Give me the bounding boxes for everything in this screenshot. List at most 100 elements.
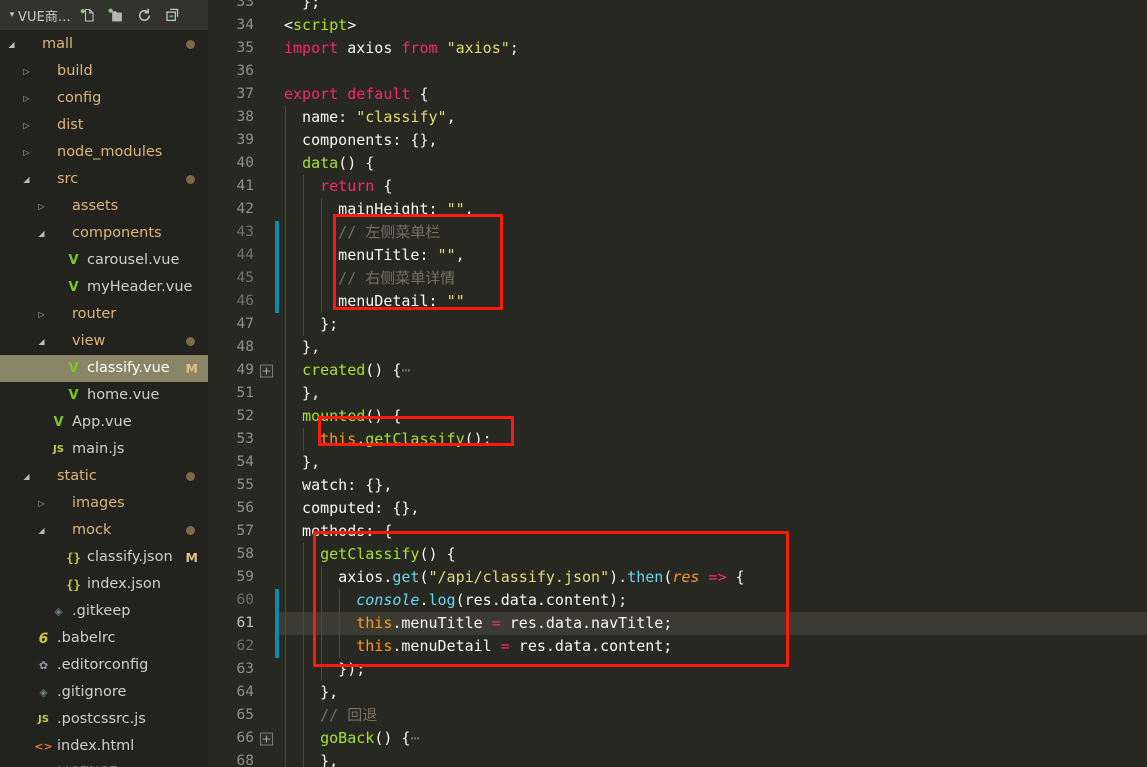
code-line[interactable]: 54 }, (208, 451, 1147, 474)
tree-item-index-html[interactable]: <> index.html (0, 733, 208, 760)
code-line[interactable]: 45 // 右侧菜单详情 (208, 267, 1147, 290)
tree-item-router[interactable]: ▷ router (0, 301, 208, 328)
tree-item-classify-vue[interactable]: Vclassify.vue M (0, 355, 208, 382)
chevron-down-icon[interactable]: ◢ (36, 336, 47, 347)
code-token: axios. (284, 568, 393, 586)
code-token: }; (284, 315, 339, 333)
code-line[interactable]: 39 components: {}, (208, 129, 1147, 152)
chevron-down-icon[interactable]: ◢ (6, 39, 17, 50)
fold-expand-icon[interactable]: + (260, 732, 273, 745)
tree-item-home-vue[interactable]: Vhome.vue (0, 382, 208, 409)
tree-item-classify-json[interactable]: {} classify.json M (0, 544, 208, 571)
tree-item--postcssrc-js[interactable]: JS .postcssrc.js (0, 706, 208, 733)
tree-item-view[interactable]: ◢ view (0, 328, 208, 355)
code-line[interactable]: 55 watch: {}, (208, 474, 1147, 497)
code-line[interactable]: 60 console. log (res.data.content); (208, 589, 1147, 612)
code-line[interactable]: 44 menuTitle: "", (208, 244, 1147, 267)
tree-item--babelrc[interactable]: 6 .babelrc (0, 625, 208, 652)
code-line[interactable]: 48 }, (208, 336, 1147, 359)
tree-item-mock[interactable]: ◢ mock (0, 517, 208, 544)
tree-item-images[interactable]: ▷ images (0, 490, 208, 517)
chevron-down-icon[interactable]: ◢ (21, 471, 32, 482)
chevron-down-icon[interactable]: ◢ (36, 525, 47, 536)
code-scroll-area[interactable]: 33 }; 34 < script >35 import axios from "axio… (208, 0, 1147, 767)
tree-item-assets[interactable]: ▷ assets (0, 193, 208, 220)
code-line[interactable]: 68 }, (208, 750, 1147, 767)
chevron-right-icon[interactable]: ▷ (21, 120, 32, 131)
line-number: 36 (236, 63, 254, 79)
tree-item-static[interactable]: ◢ static (0, 463, 208, 490)
tree-item-components[interactable]: ◢ components (0, 220, 208, 247)
new-folder-icon[interactable] (107, 6, 126, 25)
tree-item-main-js[interactable]: JS main.js (0, 436, 208, 463)
explorer-twisty-icon[interactable]: ▾ (6, 10, 18, 20)
code-token: menuDetail: (284, 292, 447, 310)
code-line[interactable]: 64 }, (208, 681, 1147, 704)
tree-item-src[interactable]: ◢ src (0, 166, 208, 193)
code-line[interactable]: 53 this. getClassify (); (208, 428, 1147, 451)
chevron-down-icon[interactable]: ◢ (21, 174, 32, 185)
code-line[interactable]: 33 }; (208, 0, 1147, 14)
code-token: }, (284, 683, 339, 701)
code-line[interactable]: 56 computed: {}, (208, 497, 1147, 520)
explorer-header: ▾ VUE商... (0, 0, 208, 30)
code-line[interactable]: 42 mainHeight: "", (208, 198, 1147, 221)
code-line[interactable]: 43 // 左侧菜单栏 (208, 221, 1147, 244)
code-line[interactable]: 34 < script > (208, 14, 1147, 37)
vscode-window: ▾ VUE商... ◢ mall ▷ build ▷ config ▷ dist… (0, 0, 1147, 767)
tree-item-dist[interactable]: ▷ dist (0, 112, 208, 139)
tree-item-carousel-vue[interactable]: Vcarousel.vue (0, 247, 208, 274)
tree-item--gitignore[interactable]: ◈ .gitignore (0, 679, 208, 706)
chevron-right-icon[interactable]: ▷ (36, 201, 47, 212)
chevron-right-icon[interactable]: ▷ (36, 498, 47, 509)
code-line[interactable]: 37 export default { (208, 83, 1147, 106)
tree-item-index-json[interactable]: {} index.json (0, 571, 208, 598)
refresh-icon[interactable] (135, 6, 154, 25)
tree-item-label: components (72, 225, 162, 242)
tree-item-myheader-vue[interactable]: VmyHeader.vue (0, 274, 208, 301)
tree-item--gitkeep[interactable]: ◈ .gitkeep (0, 598, 208, 625)
code-line[interactable]: 36 (208, 60, 1147, 83)
code-line[interactable]: 59 axios. get("/api/classify.json"). then(… (208, 566, 1147, 589)
code-line[interactable]: 38 name: "classify", (208, 106, 1147, 129)
new-file-icon[interactable] (79, 6, 98, 25)
code-line[interactable]: 63 }); (208, 658, 1147, 681)
tree-item-mall[interactable]: ◢ mall (0, 31, 208, 58)
tree-item-app-vue[interactable]: V App.vue (0, 409, 208, 436)
code-line[interactable]: 66 + goBack() {⋯ (208, 727, 1147, 750)
code-line[interactable]: 51 }, (208, 382, 1147, 405)
code-line-content: this. getClassify (); (275, 428, 1147, 451)
chevron-down-icon[interactable]: ◢ (36, 228, 47, 239)
code-line[interactable]: 41 return { (208, 175, 1147, 198)
code-token: = (491, 614, 501, 632)
code-tokens: console. log (res.data.content); (275, 589, 1147, 612)
chevron-right-icon[interactable]: ▷ (21, 147, 32, 158)
code-line[interactable]: 58 getClassify() { (208, 543, 1147, 566)
file-tree[interactable]: ◢ mall ▷ build ▷ config ▷ dist ▷ node_modules ◢ src… (0, 30, 208, 767)
chevron-right-icon[interactable]: ▷ (21, 93, 32, 104)
tree-item-build[interactable]: ▷ build (0, 58, 208, 85)
code-line[interactable]: 61 this .menuTitle = res.data.navTitle; (208, 612, 1147, 635)
code-line[interactable]: 46 menuDetail: "" (208, 290, 1147, 313)
tree-item-label: view (72, 333, 106, 350)
collapse-all-icon[interactable] (163, 6, 182, 25)
chevron-right-icon[interactable]: ▷ (21, 66, 32, 77)
fold-expand-icon[interactable]: + (260, 364, 273, 377)
chevron-right-icon[interactable]: ▷ (36, 309, 47, 320)
git-change-indicator (275, 612, 279, 635)
code-line[interactable]: 47 }; (208, 313, 1147, 336)
code-line[interactable]: 62 this .menuDetail = res.data.content; (208, 635, 1147, 658)
code-line[interactable]: 65 // 回退 (208, 704, 1147, 727)
tree-item-config[interactable]: ▷ config (0, 85, 208, 112)
code-editor[interactable]: 33 }; 34 < script >35 import axios from "axio… (208, 0, 1147, 767)
tree-item-license[interactable]: 🎗LICENSE (0, 760, 208, 767)
code-line[interactable]: 35 import axios from "axios"; (208, 37, 1147, 60)
tree-item-node-modules[interactable]: ▷ node_modules (0, 139, 208, 166)
code-line[interactable]: 52 mounted() { (208, 405, 1147, 428)
code-line[interactable]: 40 data() { (208, 152, 1147, 175)
code-line[interactable]: 49 + created() {⋯ (208, 359, 1147, 382)
code-line[interactable]: 57 methods: { (208, 520, 1147, 543)
tree-item--editorconfig[interactable]: ✿ .editorconfig (0, 652, 208, 679)
